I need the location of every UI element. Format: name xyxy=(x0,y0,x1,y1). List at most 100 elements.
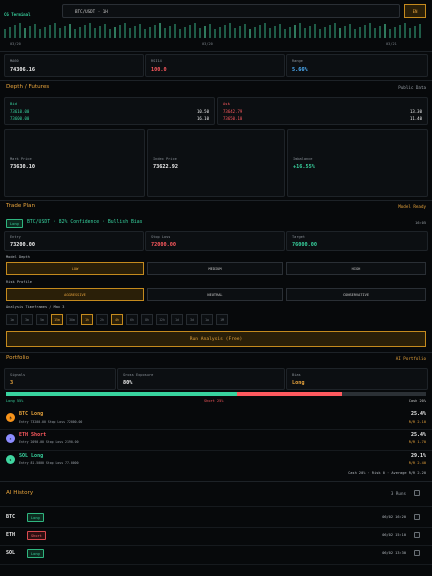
volume-bar xyxy=(244,24,246,38)
timeframe-button[interactable]: 6h xyxy=(126,314,138,325)
entry-card: Entry 73200.00 xyxy=(4,231,144,251)
volume-bar xyxy=(269,28,271,38)
history-coin: BTC xyxy=(6,514,16,520)
date-mid: 03/20 xyxy=(202,42,213,46)
stat-value: 5.66% xyxy=(292,67,308,73)
timeframe-button[interactable]: 1h xyxy=(81,314,93,325)
mark-price-label: Mark Price xyxy=(10,157,32,161)
timeframe-button[interactable]: 5m xyxy=(36,314,48,325)
volume-bar xyxy=(414,26,416,38)
bid-label: Bid xyxy=(10,101,17,106)
volume-bar xyxy=(329,25,331,38)
volume-bar xyxy=(284,29,286,38)
history-coin: ETH xyxy=(6,532,16,538)
timeframe-button[interactable]: 8h xyxy=(141,314,153,325)
volume-bar xyxy=(184,27,186,38)
signals-card: Signals 3 xyxy=(4,368,116,390)
depth-medium-button[interactable]: MEDIUM xyxy=(147,262,283,275)
index-price-label: Index Price xyxy=(153,157,177,161)
imbalance-value: +16.55% xyxy=(293,164,315,170)
bid-qty: 10.50 xyxy=(196,109,209,114)
mark-price-value: 73630.10 xyxy=(10,164,35,170)
timeframe-button[interactable]: 1w xyxy=(201,314,213,325)
volume-bar xyxy=(174,24,176,38)
risk-conservative-button[interactable]: CONSERVATIVE xyxy=(286,288,426,301)
position-weight: 25.4% xyxy=(410,432,426,438)
model-depth-label: Model Depth xyxy=(6,255,30,259)
position-symbol: BTC Long xyxy=(19,411,44,417)
stop-loss-label: Stop Loss xyxy=(151,235,171,239)
volume-bar xyxy=(324,27,326,38)
history-row[interactable]: ETH Short 06/02 15:10 xyxy=(0,528,432,544)
history-time: 06/02 16:20 xyxy=(382,515,406,519)
index-price-value: 73622.92 xyxy=(153,164,178,170)
sol-coin-icon: S xyxy=(6,455,15,464)
volume-bar xyxy=(289,27,291,38)
allocation-cash-label: Cash 20% xyxy=(408,399,426,403)
history-row-checkbox[interactable] xyxy=(414,514,420,520)
volume-bar xyxy=(259,25,261,38)
volume-bar xyxy=(144,29,146,38)
volume-bar xyxy=(19,23,21,38)
timeframe-button[interactable]: 2h xyxy=(96,314,108,325)
run-analysis-button[interactable]: Run Analysis (Free) xyxy=(6,331,426,347)
volume-bar xyxy=(379,26,381,38)
volume-bar xyxy=(114,27,116,38)
language-button[interactable]: EN xyxy=(404,4,426,18)
volume-bar xyxy=(34,24,36,38)
position-symbol: SOL Long xyxy=(19,453,44,459)
history-row-checkbox[interactable] xyxy=(414,532,420,538)
volume-bar xyxy=(159,23,161,38)
timeframe-button[interactable]: 30m xyxy=(66,314,78,325)
signals-value: 3 xyxy=(10,380,14,386)
depth-source: Public Data xyxy=(398,85,426,90)
volume-bar xyxy=(224,25,226,38)
volume-bar xyxy=(179,29,181,38)
history-select-all-checkbox[interactable] xyxy=(414,490,420,496)
timeframe-button[interactable]: 12h xyxy=(156,314,168,325)
exposure-value: 80% xyxy=(123,380,133,386)
bid-book: Bid 73610.00 10.50 73600.00 16.10 xyxy=(4,97,215,125)
volume-bar xyxy=(4,29,6,38)
history-side-badge: Short xyxy=(27,531,46,540)
volume-bar xyxy=(54,23,56,38)
bias-label: Bias xyxy=(292,373,301,377)
stat-ma60: MA60 74306.16 xyxy=(4,54,144,77)
timeframe-button[interactable]: 3d xyxy=(186,314,198,325)
volume-bar xyxy=(404,23,406,38)
volume-bar xyxy=(79,27,81,38)
volume-bar xyxy=(279,24,281,38)
volume-bar xyxy=(194,23,196,38)
volume-bar xyxy=(214,29,216,38)
pair-select[interactable]: BTC/USDT · 1H xyxy=(62,4,400,18)
history-row[interactable]: BTC Long 06/02 16:20 xyxy=(0,510,432,526)
position-row[interactable]: S SOL Long Entry 81.5000 Stop Loss 77.00… xyxy=(0,451,432,471)
volume-bar xyxy=(64,26,66,38)
history-row-checkbox[interactable] xyxy=(414,550,420,556)
volume-bar xyxy=(229,23,231,38)
risk-aggressive-button[interactable]: AGGRESSIVE xyxy=(6,288,144,301)
pair-select-label: BTC/USDT · 1H xyxy=(75,9,108,14)
stop-loss-card: Stop Loss 72000.00 xyxy=(145,231,285,251)
volume-bar xyxy=(264,23,266,38)
history-side-badge: Long xyxy=(27,549,44,558)
risk-neutral-button[interactable]: NEUTRAL xyxy=(147,288,283,301)
timeframe-button[interactable]: 1M xyxy=(216,314,228,325)
bid-price: 73600.00 xyxy=(10,116,30,121)
volume-bar xyxy=(139,24,141,38)
timeframe-button[interactable]: 15m xyxy=(51,314,63,325)
position-row[interactable]: Ξ ETH Short Entry 2090.00 Stop Loss 2190… xyxy=(0,430,432,450)
timeframe-button[interactable]: 3m xyxy=(21,314,33,325)
history-row[interactable]: SOL Long 06/02 13:30 xyxy=(0,546,432,562)
exposure-label: Gross Exposure xyxy=(123,373,154,377)
volume-bar xyxy=(369,23,371,38)
timeframe-button[interactable]: 1d xyxy=(171,314,183,325)
timeframe-button[interactable]: 4h xyxy=(111,314,123,325)
position-row[interactable]: ₿ BTC Long Entry 73200.00 Stop Loss 7200… xyxy=(0,408,432,428)
depth-low-button[interactable]: LOW xyxy=(6,262,144,275)
stat-label: RSI14 xyxy=(151,59,162,63)
depth-high-button[interactable]: HIGH xyxy=(286,262,426,275)
model-status: Model Ready xyxy=(398,204,426,209)
imbalance-card: Imbalance +16.55% xyxy=(287,129,428,197)
timeframe-button[interactable]: 1m xyxy=(6,314,18,325)
